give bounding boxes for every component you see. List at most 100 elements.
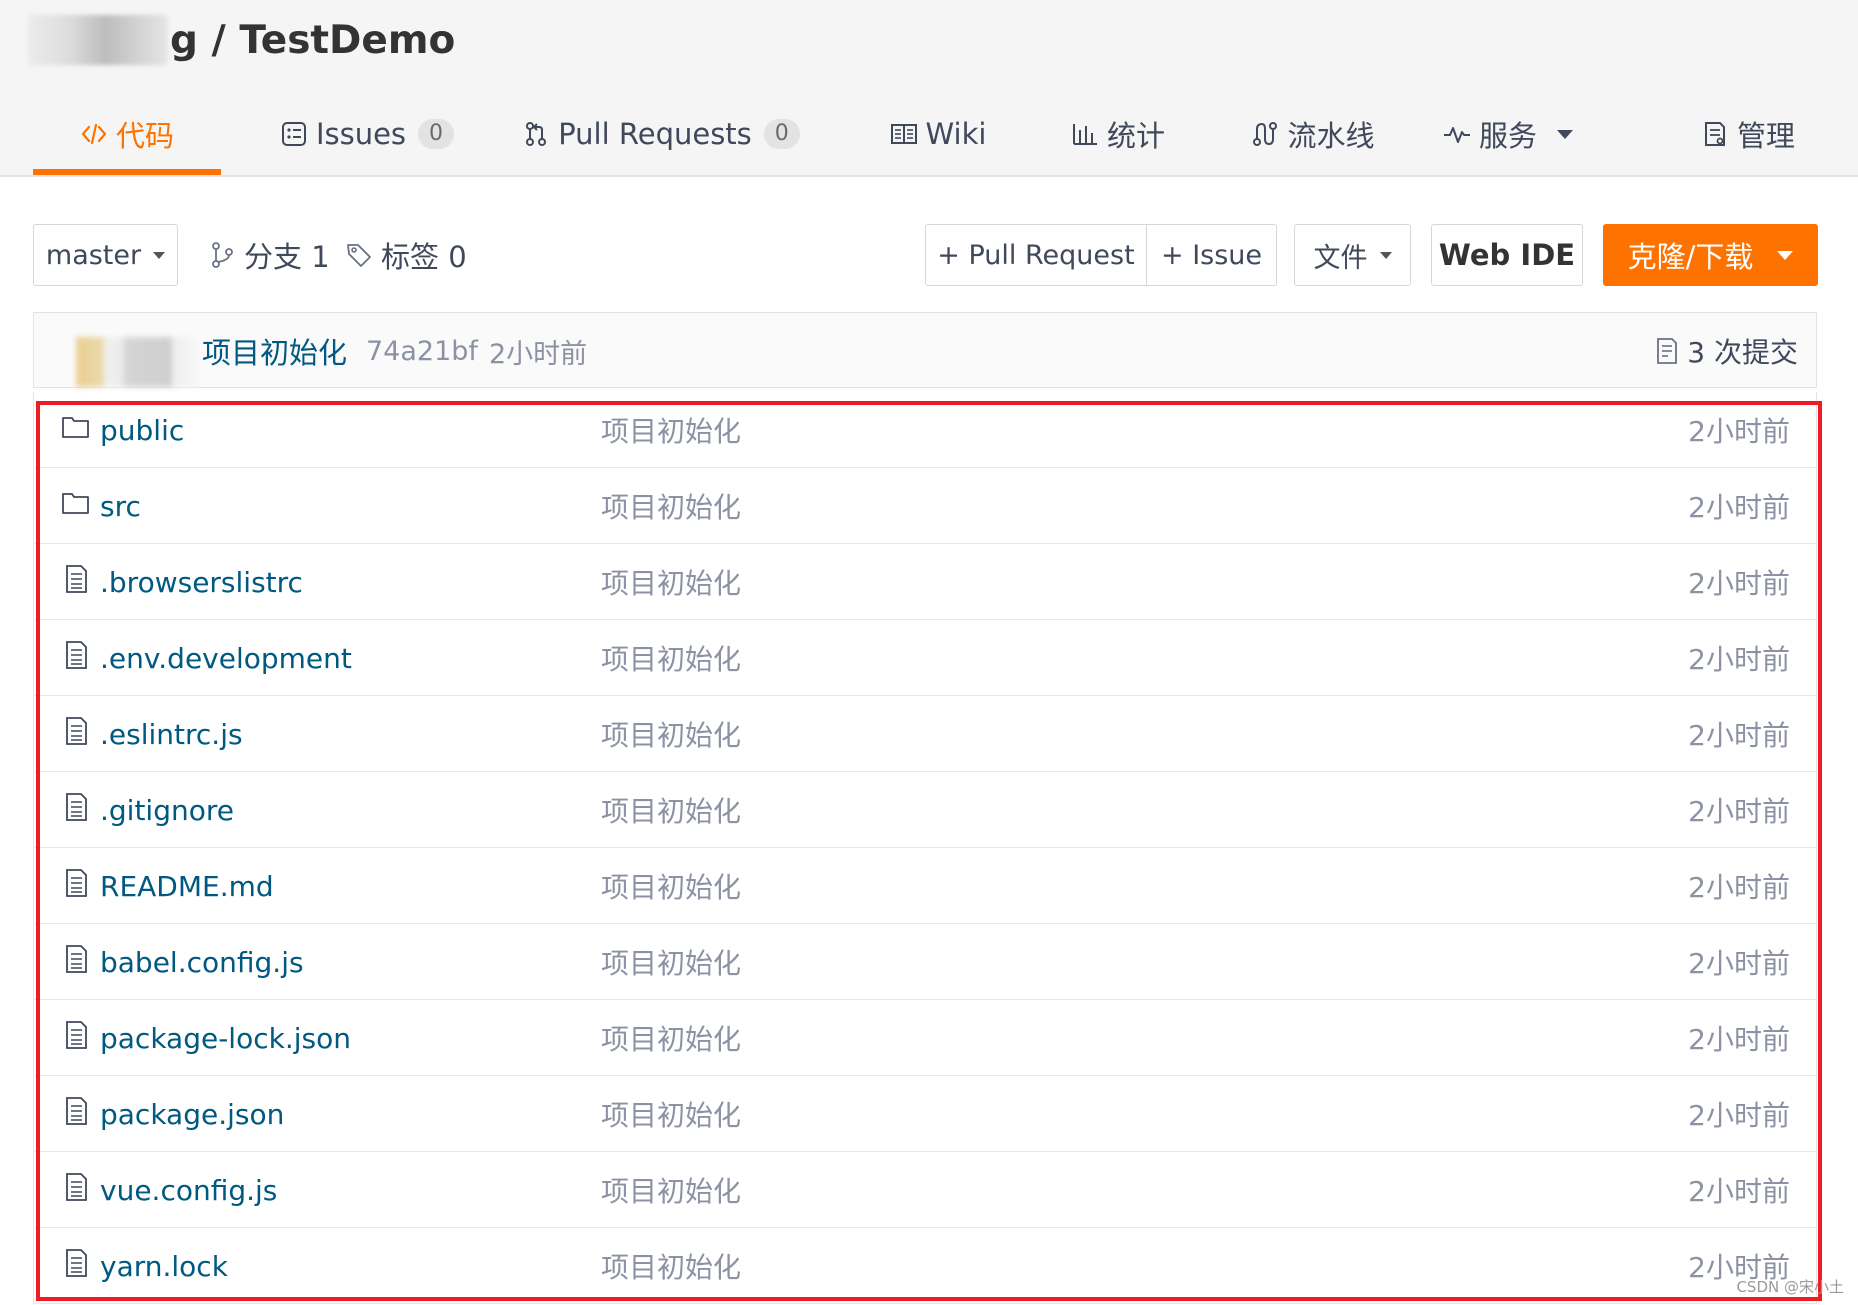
blurred-owner-name [28,15,168,65]
tag-icon [347,244,371,267]
issues-icon [281,122,306,146]
tab-pipeline[interactable]: 流水线 [1223,95,1403,173]
file-commit-message[interactable]: 项目初始化 [601,924,741,1000]
commit-count-link[interactable]: 3 次提交 [1655,313,1798,389]
tab-manage[interactable]: 管理 [1673,95,1823,173]
repo-name-link[interactable]: TestDemo [239,18,455,63]
latest-commit-bar: 项目初始化 74a21bf 2小时前 3 次提交 [33,312,1817,388]
file-commit-time: 2小时前 [1688,871,1790,904]
chevron-down-icon [1379,251,1392,259]
file-icon [66,945,87,973]
file-icon [66,1097,87,1125]
file-name-link[interactable]: .gitignore [100,772,234,848]
file-icon [66,793,87,821]
tab-issues[interactable]: Issues 0 [267,95,467,173]
file-commit-time: 2小时前 [1688,491,1790,524]
file-row: .gitignore 项目初始化 2小时前 [34,772,1816,848]
file-name-link[interactable]: .env.development [100,620,352,696]
file-commit-time: 2小时前 [1688,719,1790,752]
tab-services-label: 服务 [1478,119,1537,153]
tab-services[interactable]: 服务 [1433,95,1583,173]
file-commit-message[interactable]: 项目初始化 [601,1076,741,1152]
file-name-link[interactable]: package.json [100,1076,284,1152]
file-row: package.json 项目初始化 2小时前 [34,1076,1816,1152]
file-commit-time: 2小时前 [1688,1023,1790,1056]
file-commit-message[interactable]: 项目初始化 [601,392,741,468]
file-name-link[interactable]: babel.config.js [100,924,304,1000]
services-dropdown-caret-icon [1557,129,1573,139]
latest-commit-message[interactable]: 项目初始化 [202,313,347,389]
branch-icon [212,242,233,268]
latest-commit-sha[interactable]: 74a21bf [366,313,478,389]
file-commit-message[interactable]: 项目初始化 [601,772,741,848]
web-ide-button[interactable]: Web IDE [1431,224,1583,286]
file-row: yarn.lock 项目初始化 2小时前 [34,1228,1816,1304]
file-icon [66,1249,87,1277]
file-icon [66,717,87,745]
file-name-link[interactable]: src [100,468,141,544]
tab-pull-requests[interactable]: Pull Requests 0 [511,95,811,173]
file-commit-message[interactable]: 项目初始化 [601,848,741,924]
file-list: public 项目初始化 2小时前 src 项目初始化 2小时前 .browse… [33,392,1817,1304]
tab-code[interactable]: 代码 [33,95,221,175]
clone-download-label: 克隆/下载 [1627,240,1754,274]
file-commit-message[interactable]: 项目初始化 [601,468,741,544]
branch-select-value: master [45,239,142,271]
file-icon [66,641,87,669]
watermark: CSDN @宋小土 [1736,1278,1844,1296]
file-commit-message[interactable]: 项目初始化 [601,620,741,696]
file-menu-label: 文件 [1313,242,1368,274]
file-commit-time: 2小时前 [1688,567,1790,600]
file-name-link[interactable]: package-lock.json [100,1000,351,1076]
repo-separator: / [197,17,240,63]
file-commit-message[interactable]: 项目初始化 [601,544,741,620]
chevron-down-icon [153,251,166,259]
blurred-author-avatar [54,337,199,387]
file-row: .env.development 项目初始化 2小时前 [34,620,1816,696]
folder-icon [62,417,89,438]
new-pull-request-button[interactable]: + Pull Request [925,224,1147,286]
file-row: vue.config.js 项目初始化 2小时前 [34,1152,1816,1228]
tab-manage-label: 管理 [1736,119,1795,153]
tab-code-label: 代码 [115,119,174,153]
pulse-service-icon [1443,127,1470,143]
pipeline-icon [1253,122,1278,146]
tab-wiki[interactable]: Wiki [853,95,1023,173]
tags-link[interactable]: 标签 0 [345,224,467,286]
branch-select[interactable]: master [33,224,178,286]
file-name-link[interactable]: public [100,392,184,468]
new-issue-button[interactable]: + Issue [1147,224,1277,286]
file-commit-message[interactable]: 项目初始化 [601,1228,741,1304]
file-commit-message[interactable]: 项目初始化 [601,1000,741,1076]
file-icon [66,565,87,593]
file-commit-time: 2小时前 [1688,643,1790,676]
file-icon [66,1173,87,1201]
file-commit-message[interactable]: 项目初始化 [601,696,741,772]
clone-download-button[interactable]: 克隆/下载 [1603,224,1818,286]
manage-document-icon [1704,122,1725,146]
file-name-link[interactable]: .eslintrc.js [100,696,243,772]
file-name-link[interactable]: .browserslistrc [100,544,303,620]
repo-title: g / TestDemo [28,10,455,70]
file-row: babel.config.js 项目初始化 2小时前 [34,924,1816,1000]
folder-icon [62,493,89,514]
file-row: README.md 项目初始化 2小时前 [34,848,1816,924]
tab-pull-requests-label: Pull Requests [558,117,752,151]
file-commit-time: 2小时前 [1688,415,1790,448]
file-icon [66,869,87,897]
file-name-link[interactable]: yarn.lock [100,1228,228,1304]
branches-link[interactable]: 分支 1 [210,224,330,286]
file-commit-message[interactable]: 项目初始化 [601,1152,741,1228]
new-item-button-group: + Pull Request + Issue [925,224,1277,286]
file-name-link[interactable]: vue.config.js [100,1152,277,1228]
latest-commit-time: 2小时前 [489,338,588,370]
file-name-link[interactable]: README.md [100,848,274,924]
wiki-book-icon [890,124,917,144]
repo-owner-suffix[interactable]: g [170,18,198,63]
code-icon [81,123,107,145]
tab-stats-label: 统计 [1106,119,1165,153]
file-row: package-lock.json 项目初始化 2小时前 [34,1000,1816,1076]
repo-header: g / TestDemo 代码 Issues 0 Pull Requests 0… [0,0,1858,177]
tab-stats[interactable]: 统计 [1043,95,1193,173]
file-menu-button[interactable]: 文件 [1294,224,1411,286]
